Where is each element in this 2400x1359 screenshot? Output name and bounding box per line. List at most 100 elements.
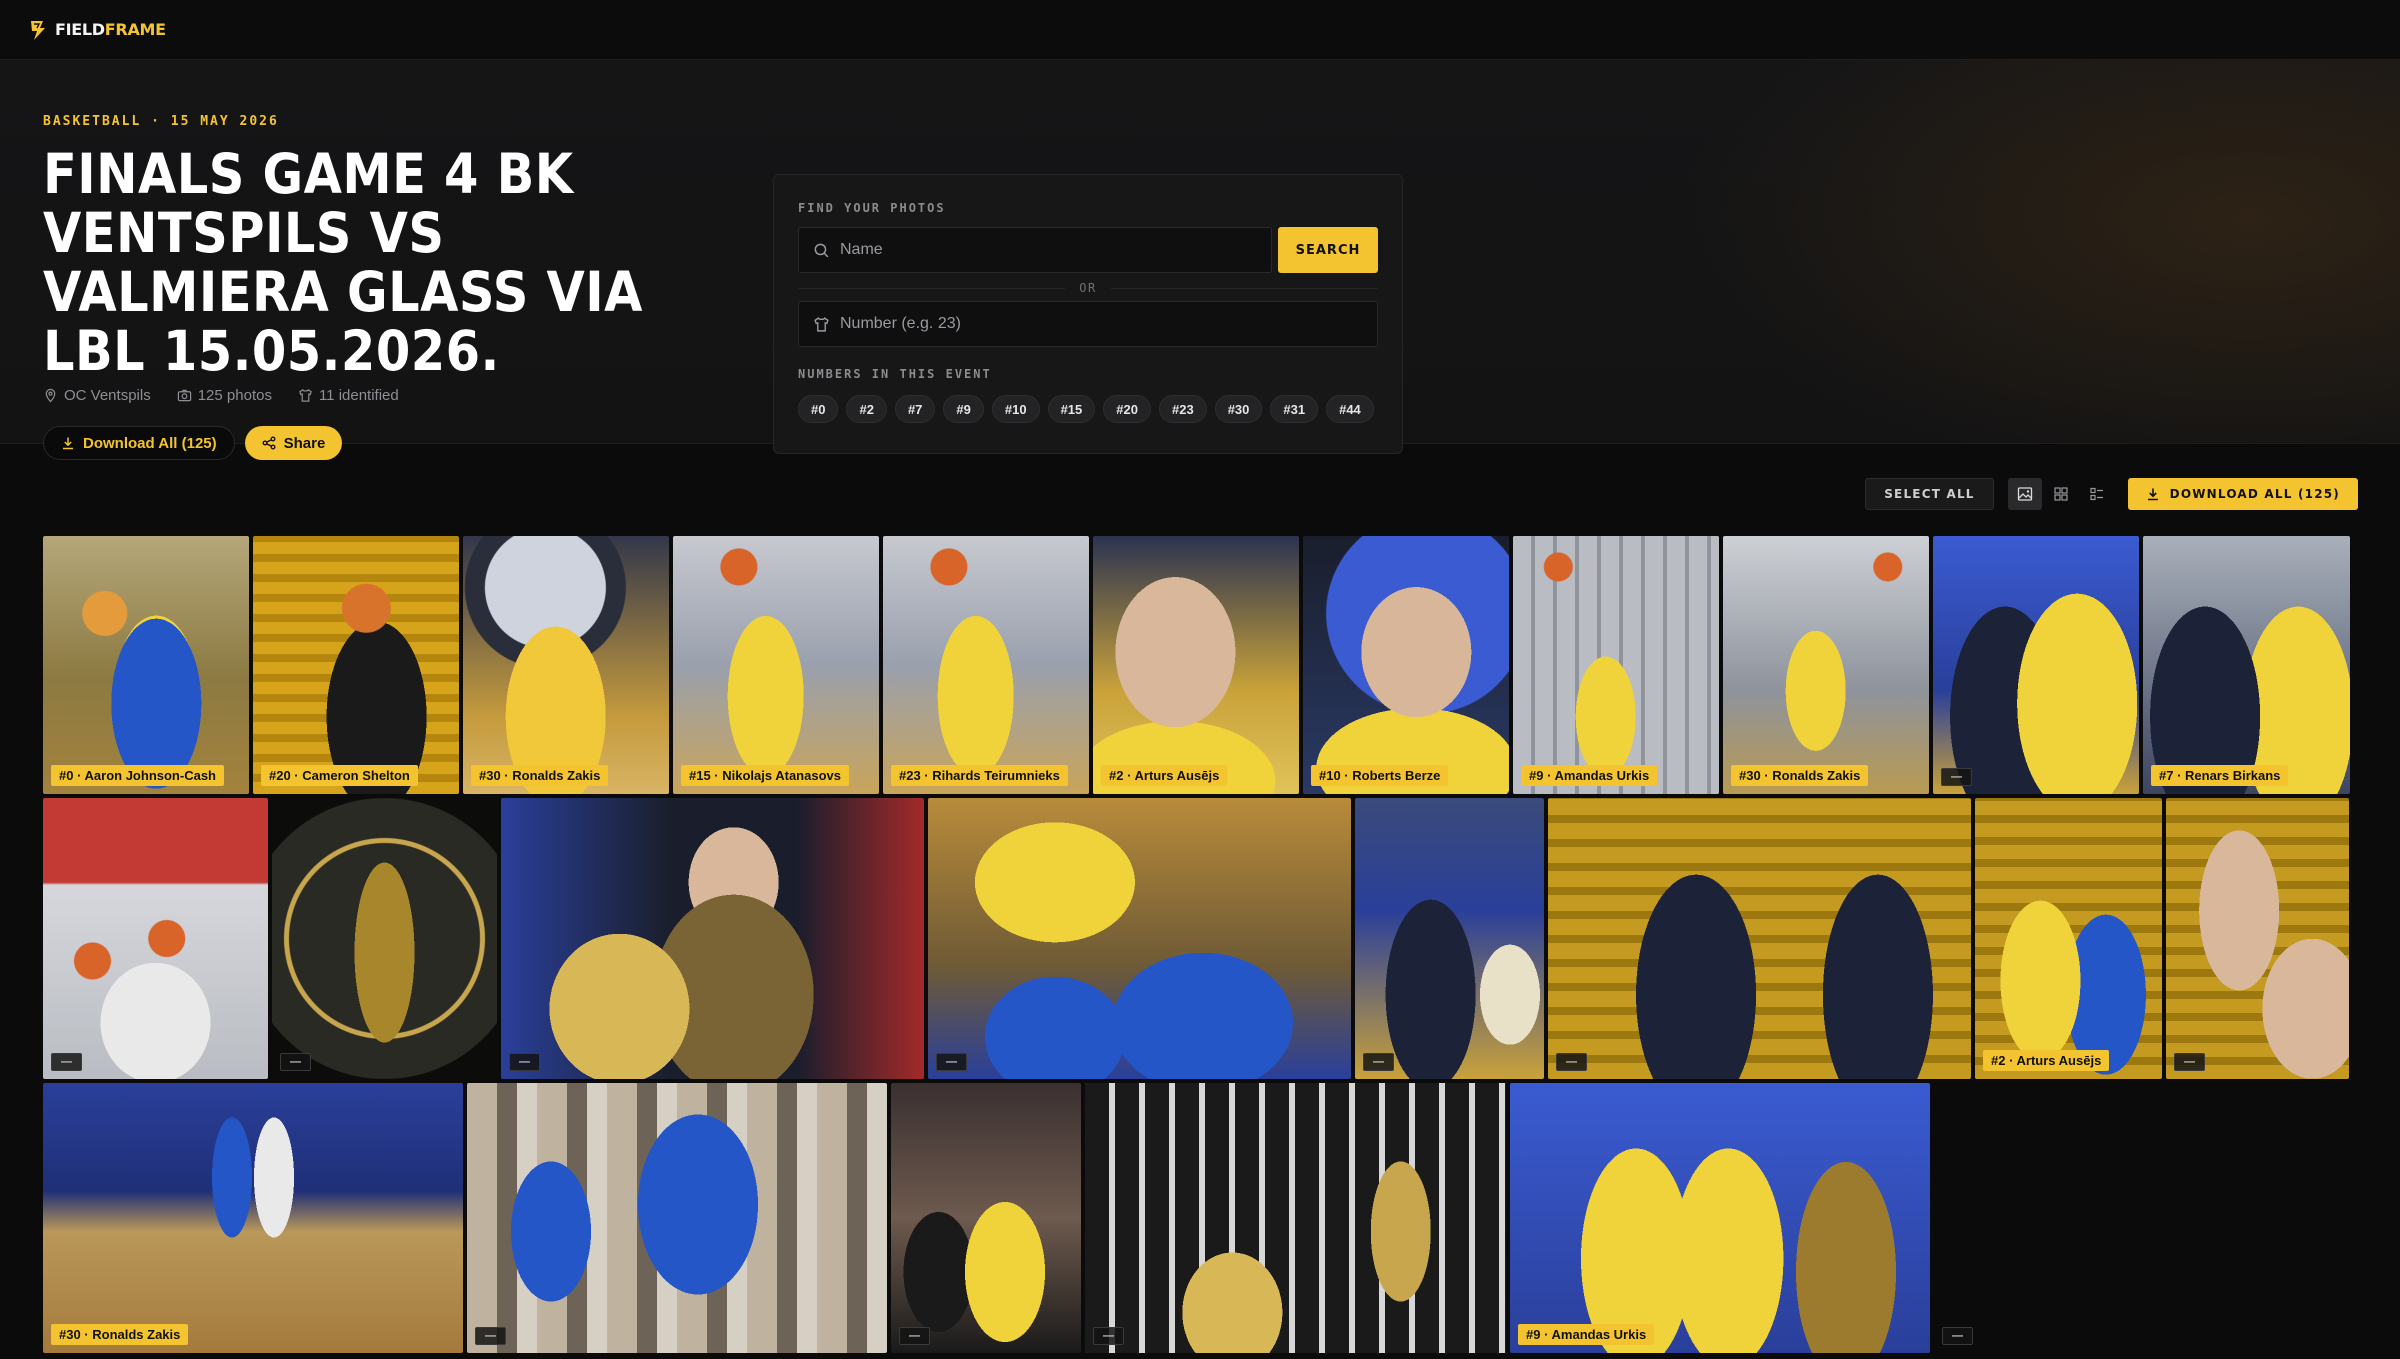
- photo-tile[interactable]: #7 · Renars Birkans: [2143, 536, 2350, 794]
- number-search-input[interactable]: [840, 315, 1363, 333]
- image-icon: [2017, 487, 2032, 501]
- download-all-toolbar-button[interactable]: DOWNLOAD ALL (125): [2127, 478, 2358, 510]
- number-chip[interactable]: #30: [1214, 395, 1263, 423]
- photo-tile[interactable]: #30 · Ronalds Zakis: [1723, 536, 1929, 794]
- name-search-field[interactable]: [798, 227, 1272, 273]
- player-tag: #30 · Ronalds Zakis: [471, 765, 609, 786]
- download-all-button[interactable]: Download All (125): [43, 426, 235, 460]
- photo-image: [272, 798, 497, 1079]
- number-chip[interactable]: #23: [1158, 395, 1207, 423]
- photo-image: [501, 798, 924, 1079]
- unidentified-badge: —: [51, 1053, 82, 1071]
- number-chip[interactable]: #7: [894, 395, 936, 423]
- number-search-field[interactable]: [798, 301, 1378, 347]
- player-tag: #2 · Arturs Ausējs: [1983, 1050, 2110, 1071]
- event-actions: Download All (125) Share: [43, 426, 723, 460]
- gallery-row: #0 · Aaron Johnson-Cash #20 · Cameron She…: [43, 536, 2358, 794]
- photo-image: [463, 536, 669, 794]
- photo-tile[interactable]: #30 · Ronalds Zakis: [43, 1083, 463, 1353]
- name-search-input[interactable]: [840, 241, 1257, 259]
- photo-image: [1510, 1083, 1930, 1353]
- photo-tile[interactable]: #20 · Cameron Shelton: [253, 536, 459, 794]
- number-chip[interactable]: #20: [1103, 395, 1151, 423]
- event-photo-count: 125 photos: [177, 387, 272, 404]
- number-chip[interactable]: #0: [798, 395, 839, 423]
- unidentified-badge: —: [1556, 1053, 1587, 1071]
- unidentified-badge: —: [1941, 768, 1972, 786]
- single-image-view-button[interactable]: [2007, 478, 2042, 510]
- player-tag: #15 · Nikolajs Atanasovs: [681, 765, 849, 786]
- jersey-icon: [814, 316, 829, 332]
- photo-tile[interactable]: —: [1934, 1083, 2355, 1353]
- photo-tile[interactable]: #2 · Arturs Ausējs: [1975, 798, 2162, 1079]
- number-chip[interactable]: #2: [846, 395, 887, 423]
- unidentified-badge: —: [1942, 1327, 1973, 1345]
- photo-tile[interactable]: #10 · Roberts Berze: [1303, 536, 1509, 794]
- search-button[interactable]: SEARCH: [1278, 227, 1378, 273]
- photo-image: [2166, 798, 2349, 1079]
- number-chip[interactable]: #44: [1326, 395, 1374, 423]
- brand-logo[interactable]: FIELDFRAME: [27, 19, 166, 41]
- photo-tile[interactable]: #0 · Aaron Johnson-Cash: [43, 536, 249, 794]
- download-icon: [63, 437, 73, 450]
- number-chip[interactable]: #9: [943, 395, 984, 423]
- photo-gallery: #0 · Aaron Johnson-Cash #20 · Cameron She…: [43, 536, 2358, 1357]
- photo-image: [43, 798, 268, 1079]
- event-meta: OC Ventspils 125 photos 11 identified: [43, 387, 723, 404]
- photo-tile[interactable]: #2 · Arturs Ausējs: [1093, 536, 1299, 794]
- event-photo-count-text: 125 photos: [197, 387, 272, 404]
- grid-icon: [2054, 487, 2068, 501]
- photo-tile[interactable]: —: [1355, 798, 1544, 1079]
- player-tag: #23 · Rihards Teirumnieks: [891, 765, 1068, 786]
- photo-tile[interactable]: #30 · Ronalds Zakis: [463, 536, 669, 794]
- player-tag: #20 · Cameron Shelton: [261, 765, 418, 786]
- unidentified-badge: —: [936, 1053, 967, 1071]
- event-location-text: OC Ventspils: [64, 387, 151, 404]
- name-search-row: SEARCH: [798, 227, 1378, 273]
- player-tag: #30 · Ronalds Zakis: [1731, 765, 1869, 786]
- download-icon: [2147, 488, 2158, 501]
- photo-tile[interactable]: —: [928, 798, 1351, 1079]
- number-chip[interactable]: #31: [1270, 395, 1319, 423]
- unidentified-badge: —: [899, 1327, 930, 1345]
- photo-image: [1093, 536, 1299, 794]
- photo-tile[interactable]: —: [272, 798, 497, 1079]
- player-tag: #10 · Roberts Berze: [1311, 765, 1449, 786]
- select-all-button[interactable]: SELECT ALL: [1865, 478, 1994, 510]
- photo-image: [1548, 798, 1971, 1079]
- number-chip[interactable]: #15: [1047, 395, 1096, 423]
- share-icon: [262, 436, 276, 450]
- photo-tile[interactable]: —: [1085, 1083, 1506, 1353]
- list-view-button[interactable]: [2080, 478, 2114, 510]
- photo-tile[interactable]: —: [1548, 798, 1971, 1079]
- photo-tile[interactable]: #23 · Rihards Teirumnieks: [883, 536, 1089, 794]
- grid-view-button[interactable]: [2044, 478, 2078, 510]
- photo-tile[interactable]: —: [2166, 798, 2349, 1079]
- photo-image: [43, 1083, 463, 1353]
- photo-tile[interactable]: #9 · Amandas Urkis: [1510, 1083, 1930, 1353]
- photo-tile[interactable]: —: [501, 798, 924, 1079]
- photo-image: [891, 1083, 1081, 1353]
- photo-tile[interactable]: —: [467, 1083, 887, 1353]
- or-divider: OR: [798, 281, 1378, 295]
- photo-image: [883, 536, 1089, 794]
- photo-image: [1085, 1083, 1506, 1353]
- unidentified-badge: —: [509, 1053, 540, 1071]
- player-tag: #30 · Ronalds Zakis: [51, 1324, 189, 1345]
- photo-image: [1933, 536, 2139, 794]
- number-chip-list: #0 #2 #7 #9 #10 #15 #20 #23 #30 #31 #44: [798, 395, 1378, 423]
- gallery-row: #30 · Ronalds Zakis — — — #9 · Amandas Urkis…: [43, 1083, 2358, 1353]
- number-chip[interactable]: #10: [991, 395, 1040, 423]
- photo-tile[interactable]: —: [891, 1083, 1081, 1353]
- photo-tile[interactable]: #9 · Amandas Urkis: [1513, 536, 1719, 794]
- photo-tile[interactable]: —: [1933, 536, 2139, 794]
- photo-image: [928, 798, 1351, 1079]
- share-button[interactable]: Share: [244, 426, 343, 460]
- event-title: FINALS GAME 4 BK VENTSPILS VS VALMIERA G…: [43, 142, 643, 383]
- unidentified-badge: —: [2174, 1053, 2205, 1071]
- photo-tile[interactable]: #15 · Nikolajs Atanasovs: [673, 536, 879, 794]
- lightning-logo-icon: [27, 19, 49, 41]
- photo-image: [1723, 536, 1929, 794]
- gallery-row: — — — — — — #2 · Arturs Ausējs —: [43, 798, 2358, 1079]
- photo-tile[interactable]: —: [43, 798, 268, 1079]
